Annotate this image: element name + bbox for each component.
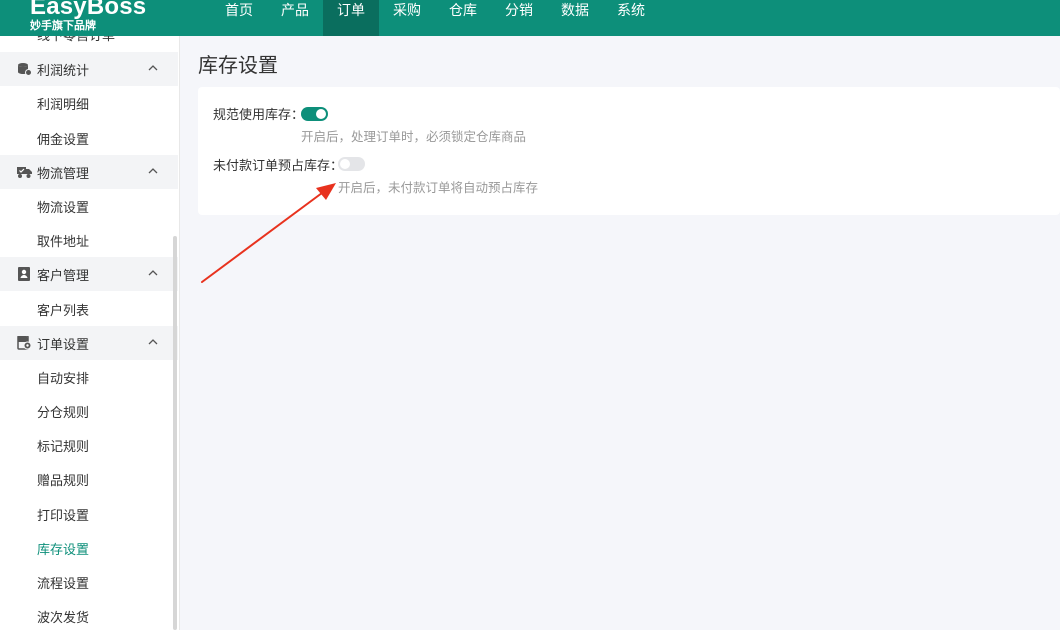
sidebar-item-workflow-settings[interactable]: 流程设置 <box>37 573 89 592</box>
main-nav: 首页 产品 订单 采购 仓库 分销 数据 系统 <box>211 0 659 36</box>
sidebar-group-label: 物流管理 <box>37 167 90 182</box>
sidebar-item-wave-shipping[interactable]: 波次发货 <box>37 607 89 626</box>
chevron-up-icon <box>148 339 158 345</box>
sidebar-group-label: 利润统计 <box>37 64 90 79</box>
order-settings-icon <box>17 336 32 350</box>
toggle-knob <box>340 159 350 169</box>
sidebar-item-customer-list[interactable]: 客户列表 <box>37 300 89 319</box>
unpaid-reserve-toggle[interactable] <box>338 157 365 171</box>
nav-warehouse[interactable]: 仓库 <box>435 0 491 36</box>
sidebar-scrollbar[interactable] <box>173 236 177 630</box>
chevron-up-icon <box>148 168 158 174</box>
sidebar-group-label: 客户管理 <box>37 269 90 284</box>
chevron-up-icon <box>148 270 158 276</box>
sidebar-group-label: 订单设置 <box>37 338 90 353</box>
sidebar-item-commission-settings[interactable]: 佣金设置 <box>37 129 89 148</box>
logo[interactable]: EasyBoss 妙手旗下品牌 <box>30 0 146 32</box>
setting-hint-standard-inventory: 开启后，处理订单时，必须锁定仓库商品 <box>301 129 527 144</box>
sidebar-item-profit-detail[interactable]: 利润明细 <box>37 94 89 113</box>
sidebar-item-print-settings[interactable]: 打印设置 <box>37 505 89 524</box>
sidebar-group-logistics[interactable]: 物流管理 <box>0 155 178 189</box>
sidebar-group-order-settings[interactable]: 订单设置 <box>0 326 178 360</box>
toggle-knob <box>316 109 326 119</box>
setting-label-unpaid-reserve: 未付款订单预占库存： <box>213 159 344 174</box>
sidebar-item-auto-arrange[interactable]: 自动安排 <box>37 368 89 387</box>
nav-purchase[interactable]: 采购 <box>379 0 435 36</box>
logo-text: EasyBoss <box>30 0 147 20</box>
sidebar-item-inventory-settings[interactable]: 库存设置 <box>37 539 89 558</box>
sidebar-group-customers[interactable]: 客户管理 <box>0 257 178 291</box>
nav-distribution[interactable]: 分销 <box>491 0 547 36</box>
truck-icon <box>17 167 32 178</box>
nav-system[interactable]: 系统 <box>603 0 659 36</box>
nav-home[interactable]: 首页 <box>211 0 267 36</box>
settings-card: 规范使用库存： 开启后，处理订单时，必须锁定仓库商品 未付款订单预占库存： 开启… <box>198 87 1060 215</box>
chevron-up-icon <box>148 65 158 71</box>
nav-orders[interactable]: 订单 <box>323 0 379 36</box>
top-bar: EasyBoss 妙手旗下品牌 首页 产品 订单 采购 仓库 分销 数据 系统 <box>0 0 1060 36</box>
logo-subtitle: 妙手旗下品牌 <box>30 19 96 32</box>
sidebar-group-profit[interactable]: 利润统计 <box>0 52 178 86</box>
sidebar-item-offline-retail-orders[interactable]: 线下零售订单 <box>37 36 115 44</box>
page-title: 库存设置 <box>198 53 278 77</box>
sidebar-item-gift-rules[interactable]: 赠品规则 <box>37 470 89 489</box>
setting-label-standard-inventory: 规范使用库存： <box>213 108 305 123</box>
standard-inventory-toggle[interactable] <box>301 107 328 121</box>
sidebar-item-mark-rules[interactable]: 标记规则 <box>37 436 89 455</box>
nav-data[interactable]: 数据 <box>547 0 603 36</box>
sidebar-item-logistics-settings[interactable]: 物流设置 <box>37 197 89 216</box>
database-icon <box>18 63 32 76</box>
setting-hint-unpaid-reserve: 开启后，未付款订单将自动预占库存 <box>338 180 539 195</box>
sidebar-item-warehouse-split-rules[interactable]: 分仓规则 <box>37 402 89 421</box>
nav-products[interactable]: 产品 <box>267 0 323 36</box>
sidebar-item-pickup-address[interactable]: 取件地址 <box>37 231 89 250</box>
sidebar: 线下零售订单 利润统计 利润明细 佣金设置 物流管理 物流设置 取件地址 客户管… <box>0 36 180 630</box>
customer-icon <box>18 267 30 281</box>
